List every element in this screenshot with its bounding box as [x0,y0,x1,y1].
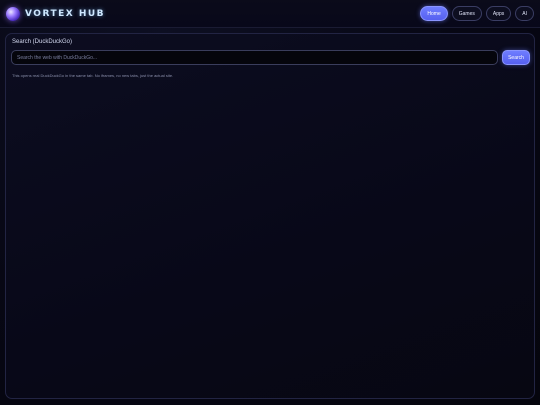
search-input[interactable] [11,50,498,65]
search-hint: This opens real DuckDuckGo in the same t… [12,73,174,78]
main-nav: Home Games Apps AI [420,6,534,21]
brand[interactable]: VORTEX HUB [6,6,106,21]
search-button[interactable]: Search [502,50,530,65]
nav-ai-button[interactable]: AI [515,6,534,21]
brand-name: VORTEX HUB [25,8,106,19]
page: VORTEX HUB Home Games Apps AI Search (Du… [0,0,540,405]
search-panel: Search (DuckDuckGo) Search This opens re… [5,33,535,399]
search-panel-title: Search (DuckDuckGo) [12,39,73,45]
nav-home-button[interactable]: Home [420,6,448,21]
nav-games-button[interactable]: Games [451,6,482,21]
nav-apps-button[interactable]: Apps [485,6,512,21]
orb-logo-icon [6,6,20,21]
top-bar: VORTEX HUB Home Games Apps AI [0,0,540,28]
search-row: Search [11,50,530,65]
